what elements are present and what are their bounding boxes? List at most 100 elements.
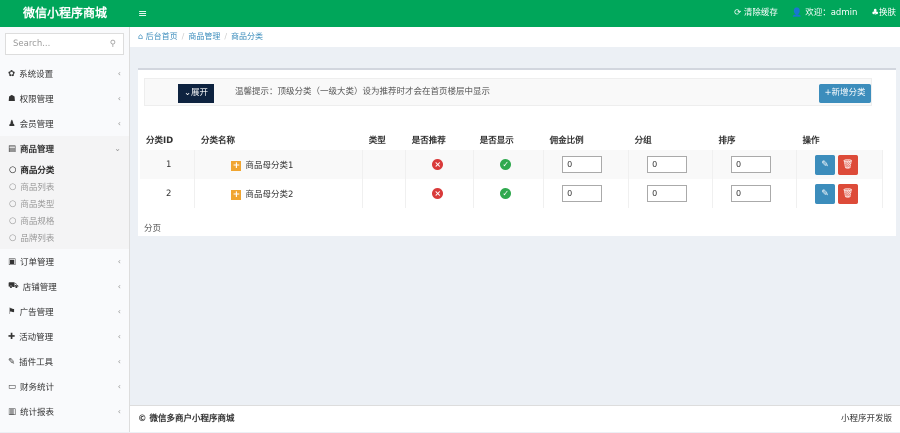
sidebar-item[interactable]: ♟ 会员管理 ‹	[0, 111, 129, 136]
cell-recommend: ×	[405, 179, 475, 208]
menu-icon: ⛟	[8, 281, 19, 291]
chevron-icon: ⌄	[114, 144, 121, 153]
skin-link[interactable]: ♣换肤	[871, 0, 896, 27]
table-row: 2 + 商品母分类2 × ✓ 0 0 0 ✎ 🗑	[140, 179, 883, 208]
breadcrumb-current: 商品分类	[231, 32, 264, 41]
clear-cache-link[interactable]: ⟳ 清除缓存	[734, 0, 778, 27]
column-header: 佣金比例	[549, 136, 584, 146]
sidebar-item[interactable]: ✎ 插件工具 ‹	[0, 349, 129, 374]
column-header: 排序	[718, 136, 736, 146]
circle-icon: ○	[9, 164, 17, 175]
sidebar-subitem[interactable]: ○ 商品分类	[0, 161, 129, 178]
category-name: 商品母分类2	[245, 189, 294, 200]
top-navbar: 微信小程序商城 ≡ ⟳ 清除缓存 👤 欢迎：admin ♣换肤	[0, 0, 900, 27]
circle-icon: ○	[9, 215, 17, 226]
sidebar-subitem[interactable]: ○ 商品类型	[0, 195, 129, 212]
expand-plus-icon[interactable]: +	[231, 160, 242, 171]
sidebar-item[interactable]: ⛟ 店铺管理 ‹	[0, 274, 129, 299]
pagination: 分页	[144, 224, 162, 234]
sidebar-subitem[interactable]: ○ 品牌列表	[0, 229, 129, 246]
search-input[interactable]: Search... ⚲	[5, 33, 124, 55]
footer: © 微信多商户小程序商城 小程序开发版	[130, 405, 900, 432]
footer-version: 小程序开发版	[840, 414, 892, 424]
commission-input[interactable]: 0	[562, 156, 603, 173]
cross-icon[interactable]: ×	[432, 159, 444, 170]
sidebar-subitem[interactable]: ○ 商品列表	[0, 178, 129, 195]
group-input[interactable]: 0	[647, 156, 688, 173]
commission-input[interactable]: 0	[562, 185, 603, 202]
sidebar-item-label: 店铺管理	[22, 282, 57, 293]
column-header: 分组	[634, 136, 652, 146]
sidebar-subitem[interactable]: ○ 商品规格	[0, 212, 129, 229]
table-row: 1 + 商品母分类1 × ✓ 0 0 0 ✎ 🗑	[140, 150, 883, 179]
edit-button[interactable]: ✎	[815, 154, 835, 175]
sidebar-item-label: 活动管理	[19, 332, 54, 343]
cell-actions: ✎ 🗑	[796, 179, 883, 208]
chevron-icon: ‹	[117, 307, 121, 316]
chevron-icon: ‹	[117, 332, 121, 341]
subitem-label: 商品类型	[20, 199, 55, 210]
chevron-icon: ‹	[117, 282, 121, 291]
sidebar-item[interactable]: ☗ 权限管理 ‹	[0, 86, 129, 111]
menu-icon: ▭	[8, 381, 17, 392]
column-header: 操作	[802, 136, 820, 146]
expand-plus-icon[interactable]: +	[231, 189, 242, 200]
sidebar-item-label: 广告管理	[19, 307, 54, 318]
cross-icon[interactable]: ×	[432, 188, 444, 199]
sidebar-item[interactable]: ▭ 财务统计 ‹	[0, 374, 129, 399]
sidebar: Search... ⚲ ✿ 系统设置 ‹ ☗ 权限管理 ‹ ♟ 会员管理 ‹ ▤ 商品管理 ⌄ ○ 商品分类…	[0, 27, 130, 432]
menu-icon: ♟	[8, 118, 16, 129]
expand-button[interactable]: ⌄展开	[178, 84, 214, 103]
cell-id: 2	[140, 179, 196, 208]
chevron-icon: ‹	[117, 119, 121, 128]
sort-input[interactable]: 0	[731, 185, 772, 202]
category-name: 商品母分类1	[245, 160, 294, 171]
sidebar-item[interactable]: ⚑ 广告管理 ‹	[0, 299, 129, 324]
column-header: 类型	[368, 136, 386, 146]
sidebar-item[interactable]: ▣ 订单管理 ‹	[0, 249, 129, 274]
delete-button[interactable]: 🗑	[837, 154, 858, 175]
subitem-label: 品牌列表	[20, 233, 55, 244]
logo[interactable]: 微信小程序商城	[0, 0, 130, 27]
sort-input[interactable]: 0	[731, 156, 772, 173]
user-menu[interactable]: 👤 欢迎：admin	[792, 0, 857, 27]
menu-icon: ✿	[8, 68, 16, 79]
cell-commission: 0	[543, 179, 630, 208]
sidebar-item[interactable]: ✿ 系统设置 ‹	[0, 61, 129, 86]
cell-group: 0	[628, 179, 714, 208]
circle-icon: ○	[9, 198, 17, 209]
sidebar-item-label: 权限管理	[19, 94, 54, 105]
column-header: 是否显示	[479, 136, 514, 146]
group-input[interactable]: 0	[647, 185, 688, 202]
subitem-label: 商品规格	[20, 216, 55, 227]
search-icon[interactable]: ⚲	[110, 39, 116, 49]
breadcrumb-home[interactable]: 后台首页	[146, 32, 178, 41]
search-placeholder: Search...	[13, 39, 51, 49]
sidebar-item-label: 会员管理	[19, 119, 54, 130]
cell-name: + 商品母分类1	[194, 150, 364, 179]
sidebar-item[interactable]: ▥ 统计报表 ‹	[0, 399, 129, 424]
cell-group: 0	[628, 150, 714, 179]
breadcrumb-goods[interactable]: 商品管理	[188, 32, 220, 41]
chevron-icon: ‹	[117, 257, 121, 266]
chevron-icon: ‹	[117, 357, 121, 366]
chevron-icon: ‹	[117, 94, 121, 103]
check-icon[interactable]: ✓	[500, 159, 512, 170]
subitem-label: 商品列表	[20, 182, 55, 193]
tip-text: 温馨提示：顶级分类（一级大类）设为推荐时才会在首页楼层中显示	[235, 87, 491, 97]
sidebar-item[interactable]: ▤ 商品管理 ⌄	[0, 136, 129, 161]
sidebar-item[interactable]: ✚ 活动管理 ‹	[0, 324, 129, 349]
edit-button[interactable]: ✎	[815, 183, 835, 204]
sidebar-item-label: 订单管理	[20, 257, 55, 268]
breadcrumb: ⌂ 后台首页 / 商品管理 / 商品分类	[130, 27, 900, 47]
menu-icon: ✚	[8, 331, 16, 342]
menu-toggle-icon[interactable]: ≡	[138, 7, 147, 20]
welcome-label: 欢迎：admin	[805, 8, 858, 18]
add-category-button[interactable]: +新增分类	[819, 84, 871, 103]
cell-type	[362, 150, 407, 179]
delete-button[interactable]: 🗑	[837, 183, 858, 204]
check-icon[interactable]: ✓	[500, 188, 512, 199]
cell-show: ✓	[473, 150, 545, 179]
category-table: 分类ID 分类名称 类型 是否推荐 是否显示 佣金比例 分组 排序 操作 1 + 商品母分类1 ×…	[140, 130, 883, 208]
menu-icon: ☗	[8, 93, 16, 104]
